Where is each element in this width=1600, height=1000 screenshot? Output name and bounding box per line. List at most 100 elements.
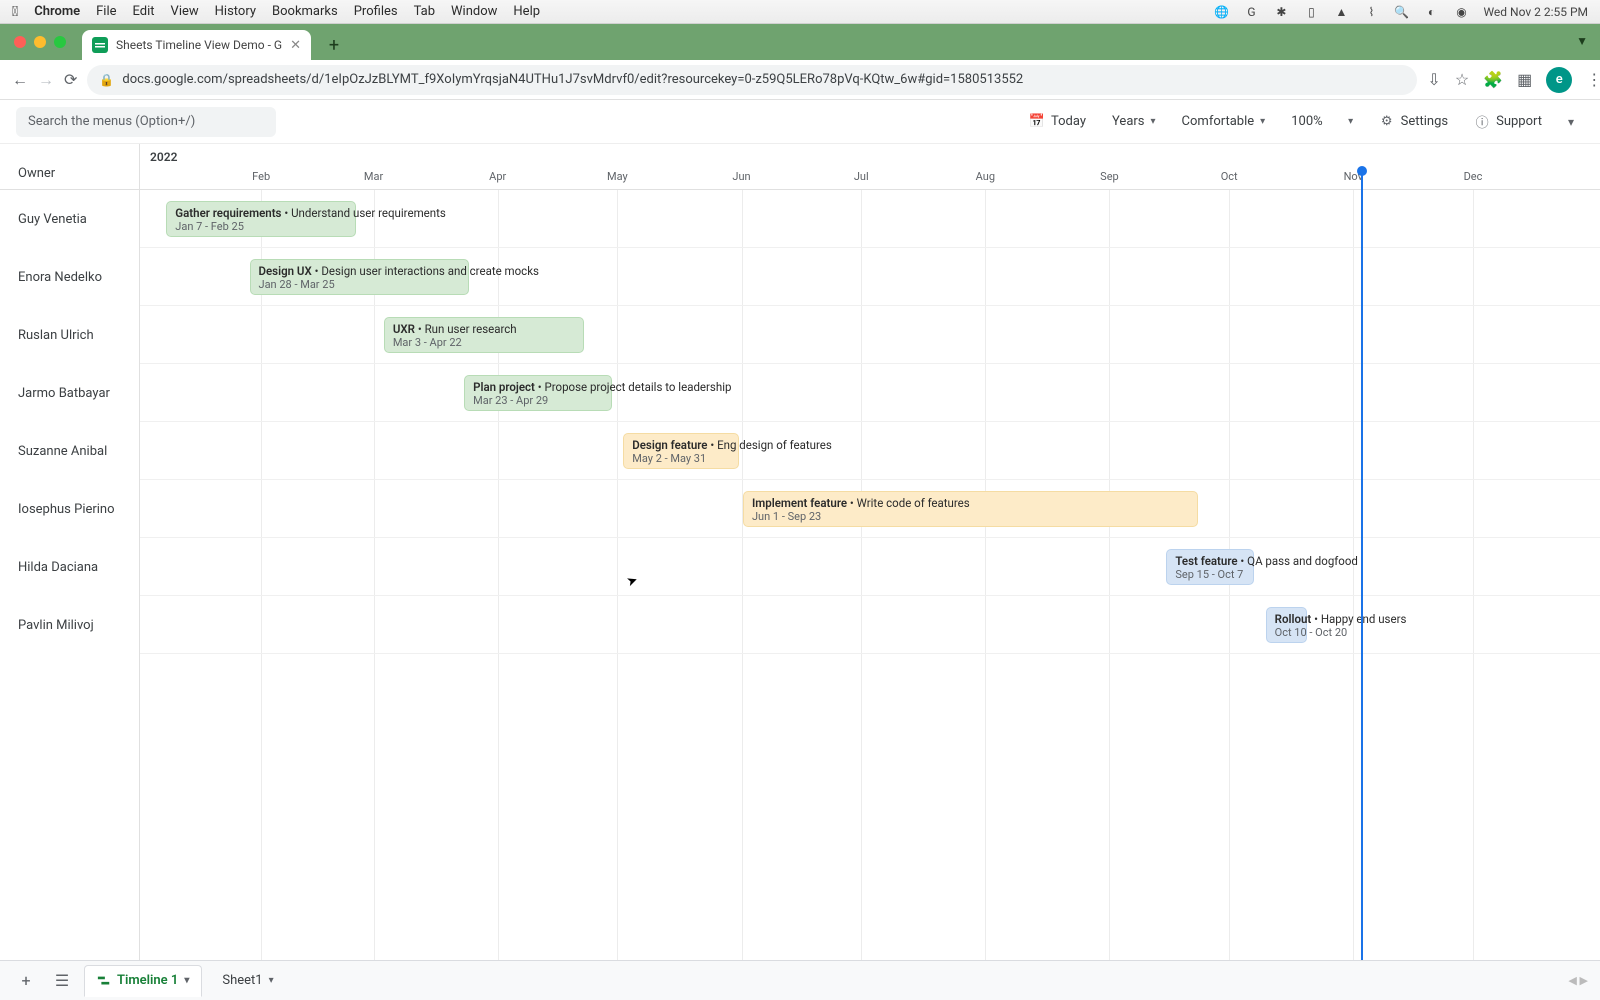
- url-text: docs.google.com/spreadsheets/d/1eIpOzJzB…: [122, 72, 1023, 87]
- timeline-row: Plan project • Propose project details t…: [140, 364, 1600, 422]
- chrome-toolbar: ← → ⟳ 🔒 docs.google.com/spreadsheets/d/1…: [0, 60, 1600, 100]
- status-wifi2-icon[interactable]: ⌇: [1363, 4, 1379, 20]
- sheet-tab-bar: + ☰ Timeline 1 ▾ Sheet1 ▾ ◀ ▶: [0, 960, 1600, 1000]
- task-bar[interactable]: Implement feature • Write code of featur…: [743, 491, 1199, 527]
- month-label: May: [607, 170, 628, 183]
- app-name[interactable]: Chrome: [34, 4, 80, 19]
- zoom-label: 100%: [1291, 114, 1322, 129]
- timeline-row: Gather requirements • Understand user re…: [140, 190, 1600, 248]
- tabs-overflow-button[interactable]: ▼: [1576, 34, 1588, 48]
- status-search-icon[interactable]: 🔍: [1393, 4, 1409, 20]
- task-dates: Mar 3 - Apr 22: [393, 336, 575, 350]
- menu-window[interactable]: Window: [451, 4, 497, 19]
- address-bar[interactable]: 🔒 docs.google.com/spreadsheets/d/1eIpOzJ…: [87, 65, 1417, 95]
- timeline-row: Design feature • Eng design of featuresM…: [140, 422, 1600, 480]
- zoom-display[interactable]: 100%: [1281, 108, 1332, 135]
- task-bar[interactable]: Rollout • Happy end usersOct 10 - Oct 20: [1266, 607, 1307, 643]
- status-google-icon[interactable]: G: [1243, 4, 1259, 20]
- settings-button[interactable]: ⚙ Settings: [1369, 108, 1458, 136]
- apple-menu-icon[interactable]: : [12, 4, 18, 20]
- gear-icon: ⚙: [1379, 114, 1395, 130]
- task-title: Design feature • Eng design of features: [632, 438, 729, 452]
- task-dates: Jan 28 - Mar 25: [259, 278, 460, 292]
- status-bluetooth-icon[interactable]: ✱: [1273, 4, 1289, 20]
- task-bar[interactable]: Test feature • QA pass and dogfoodSep 15…: [1166, 549, 1254, 585]
- task-bar[interactable]: Design UX • Design user interactions and…: [250, 259, 469, 295]
- status-battery-icon[interactable]: ▯: [1303, 4, 1319, 20]
- menu-view[interactable]: View: [171, 4, 199, 19]
- owner-cell[interactable]: Pavlin Milivoj: [0, 596, 139, 654]
- add-sheet-button[interactable]: +: [12, 967, 40, 995]
- task-title: Implement feature • Write code of featur…: [752, 496, 1190, 510]
- menu-edit[interactable]: Edit: [133, 4, 155, 19]
- menu-history[interactable]: History: [215, 4, 256, 19]
- menu-search-input[interactable]: Search the menus (Option+/): [16, 107, 276, 137]
- sheet-tab-sheet1[interactable]: Sheet1 ▾: [210, 965, 285, 997]
- bookmark-star-icon[interactable]: ☆: [1455, 70, 1469, 89]
- task-bar[interactable]: Plan project • Propose project details t…: [464, 375, 611, 411]
- browser-tab[interactable]: Sheets Timeline View Demo - G ✕: [82, 30, 311, 60]
- status-siri-icon[interactable]: ◉: [1453, 4, 1469, 20]
- timeline-view: Owner Guy VenetiaEnora NedelkoRuslan Ulr…: [0, 144, 1600, 960]
- density-dropdown[interactable]: Comfortable ▾: [1172, 108, 1276, 135]
- window-controls: [10, 24, 74, 60]
- task-title: UXR • Run user research: [393, 322, 575, 336]
- owner-cell[interactable]: Iosephus Pierino: [0, 480, 139, 538]
- window-minimize-button[interactable]: [34, 36, 46, 48]
- nav-reload-button[interactable]: ⟳: [64, 70, 77, 89]
- nav-back-button[interactable]: ←: [12, 70, 28, 90]
- side-panel-icon[interactable]: ▦: [1517, 70, 1532, 89]
- owner-cell[interactable]: Enora Nedelko: [0, 248, 139, 306]
- extensions-icon[interactable]: 🧩: [1483, 70, 1503, 89]
- today-button[interactable]: 📅 Today: [1019, 108, 1096, 136]
- owner-cell[interactable]: Suzanne Anibal: [0, 422, 139, 480]
- support-button[interactable]: ⓘ Support: [1464, 108, 1552, 136]
- sheet-tab-menu-button[interactable]: ▾: [184, 975, 189, 986]
- task-title: Test feature • QA pass and dogfood: [1175, 554, 1245, 568]
- calendar-icon: 📅: [1029, 114, 1045, 130]
- zoom-dropdown[interactable]: ▾: [1339, 116, 1363, 127]
- chrome-menu-button[interactable]: ⋮: [1586, 70, 1600, 89]
- task-dates: Sep 15 - Oct 7: [1175, 568, 1245, 582]
- today-indicator-line: [1361, 170, 1363, 960]
- menu-tab[interactable]: Tab: [414, 4, 435, 19]
- new-tab-button[interactable]: +: [321, 32, 347, 58]
- task-bar[interactable]: UXR • Run user researchMar 3 - Apr 22: [384, 317, 584, 353]
- install-app-icon[interactable]: ⇩: [1427, 70, 1440, 89]
- range-dropdown[interactable]: Years ▾: [1102, 108, 1166, 135]
- menu-bookmarks[interactable]: Bookmarks: [272, 4, 338, 19]
- status-wifi-icon[interactable]: ▲: [1333, 4, 1349, 20]
- owner-cell[interactable]: Ruslan Ulrich: [0, 306, 139, 364]
- task-bar[interactable]: Design feature • Eng design of featuresM…: [623, 433, 738, 469]
- status-control-center-icon[interactable]: ◐: [1423, 4, 1439, 20]
- group-by-header[interactable]: Owner: [0, 144, 139, 190]
- window-zoom-button[interactable]: [54, 36, 66, 48]
- nav-forward-button[interactable]: →: [38, 70, 54, 90]
- owner-cell[interactable]: Guy Venetia: [0, 190, 139, 248]
- profile-avatar[interactable]: e: [1546, 67, 1572, 93]
- status-globe-icon[interactable]: 🌐: [1213, 4, 1229, 20]
- task-bar[interactable]: Gather requirements • Understand user re…: [166, 201, 356, 237]
- sheet-scroll-controls[interactable]: ◀ ▶: [1568, 974, 1588, 987]
- owner-cell[interactable]: Jarmo Batbayar: [0, 364, 139, 422]
- window-close-button[interactable]: [14, 36, 26, 48]
- support-label: Support: [1496, 114, 1542, 129]
- menu-profiles[interactable]: Profiles: [354, 4, 398, 19]
- month-label: Jul: [854, 170, 869, 183]
- timeline-grid[interactable]: 2022 FebMarAprMayJunJulAugSepOctNovDec G…: [140, 144, 1600, 960]
- menu-file[interactable]: File: [96, 4, 116, 19]
- owner-cell[interactable]: Hilda Daciana: [0, 538, 139, 596]
- all-sheets-button[interactable]: ☰: [48, 967, 76, 995]
- today-label: Today: [1051, 114, 1086, 129]
- month-label: Dec: [1464, 170, 1483, 183]
- favicon-sheets-icon: [92, 37, 108, 53]
- timeline-toolbar: Search the menus (Option+/) 📅 Today Year…: [0, 100, 1600, 144]
- tab-close-button[interactable]: ✕: [290, 38, 301, 53]
- sheet-tab-menu-button[interactable]: ▾: [269, 975, 274, 986]
- timeline-row: Test feature • QA pass and dogfoodSep 15…: [140, 538, 1600, 596]
- menu-help[interactable]: Help: [513, 4, 540, 19]
- collapse-toolbar-button[interactable]: ▾: [1558, 115, 1584, 129]
- menubar-clock[interactable]: Wed Nov 2 2:55 PM: [1483, 5, 1588, 19]
- sheet-tab-timeline[interactable]: Timeline 1 ▾: [84, 965, 202, 997]
- today-indicator-dot: [1357, 166, 1367, 176]
